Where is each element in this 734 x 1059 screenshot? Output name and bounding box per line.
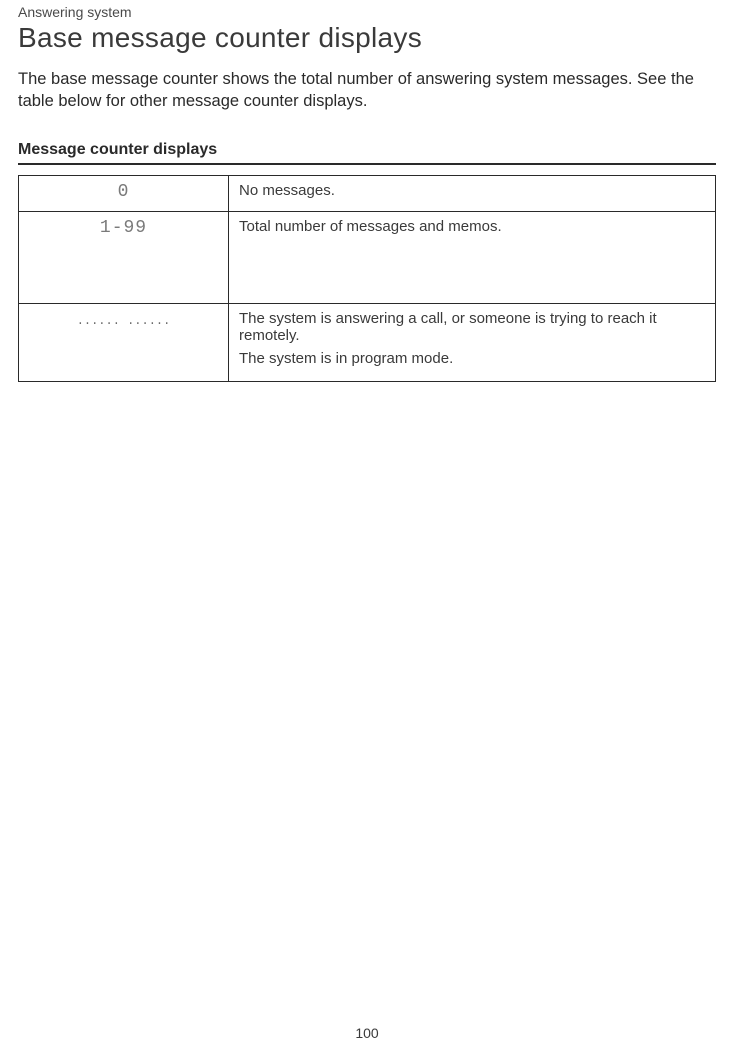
description-text: No messages.: [239, 182, 705, 199]
table-row: ...... ...... The system is answering a …: [19, 303, 716, 381]
description-text: The system is answering a call, or someo…: [239, 310, 705, 344]
description-cell: Total number of messages and memos.: [229, 211, 716, 303]
counter-table: 0 No messages. 1-99 Total number of mess…: [18, 175, 716, 382]
display-value: 0: [118, 182, 130, 202]
table-row: 0 No messages.: [19, 175, 716, 211]
description-text: Total number of messages and memos.: [239, 218, 705, 235]
display-value: 1-99: [100, 218, 147, 238]
intro-paragraph: The base message counter shows the total…: [18, 68, 716, 113]
display-cell: 0: [19, 175, 229, 211]
display-value: ...... ......: [77, 314, 171, 328]
description-text: The system is in program mode.: [239, 350, 705, 367]
description-cell: The system is answering a call, or someo…: [229, 303, 716, 381]
display-cell: ...... ......: [19, 303, 229, 381]
display-cell: 1-99: [19, 211, 229, 303]
section-header: Answering system: [18, 4, 716, 20]
table-heading: Message counter displays: [18, 141, 716, 165]
description-cell: No messages.: [229, 175, 716, 211]
page-number: 100: [0, 1025, 734, 1041]
page-title: Base message counter displays: [18, 22, 716, 54]
table-row: 1-99 Total number of messages and memos.: [19, 211, 716, 303]
